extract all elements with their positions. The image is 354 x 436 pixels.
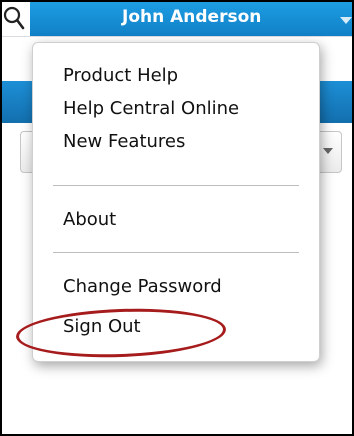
user-name: John Anderson bbox=[122, 7, 262, 27]
search-icon bbox=[3, 6, 25, 30]
menu-item-about[interactable]: About bbox=[63, 209, 116, 230]
search-button[interactable] bbox=[2, 2, 30, 36]
chevron-down-icon bbox=[340, 17, 352, 24]
menu-item-help-central-online[interactable]: Help Central Online bbox=[63, 98, 239, 119]
menu-item-product-help[interactable]: Product Help bbox=[63, 65, 178, 86]
menu-item-new-features[interactable]: New Features bbox=[63, 131, 185, 152]
chevron-down-icon bbox=[323, 148, 333, 154]
top-bar: John Anderson bbox=[2, 2, 352, 37]
menu-item-sign-out[interactable]: Sign Out bbox=[63, 316, 141, 337]
menu-divider bbox=[53, 252, 299, 253]
user-menu-button[interactable]: John Anderson bbox=[30, 2, 352, 36]
app-window: John Anderson Product Help Help Central … bbox=[0, 0, 354, 436]
menu-item-change-password[interactable]: Change Password bbox=[63, 276, 222, 297]
user-dropdown-menu: Product Help Help Central Online New Fea… bbox=[32, 42, 320, 362]
menu-divider bbox=[53, 185, 299, 186]
